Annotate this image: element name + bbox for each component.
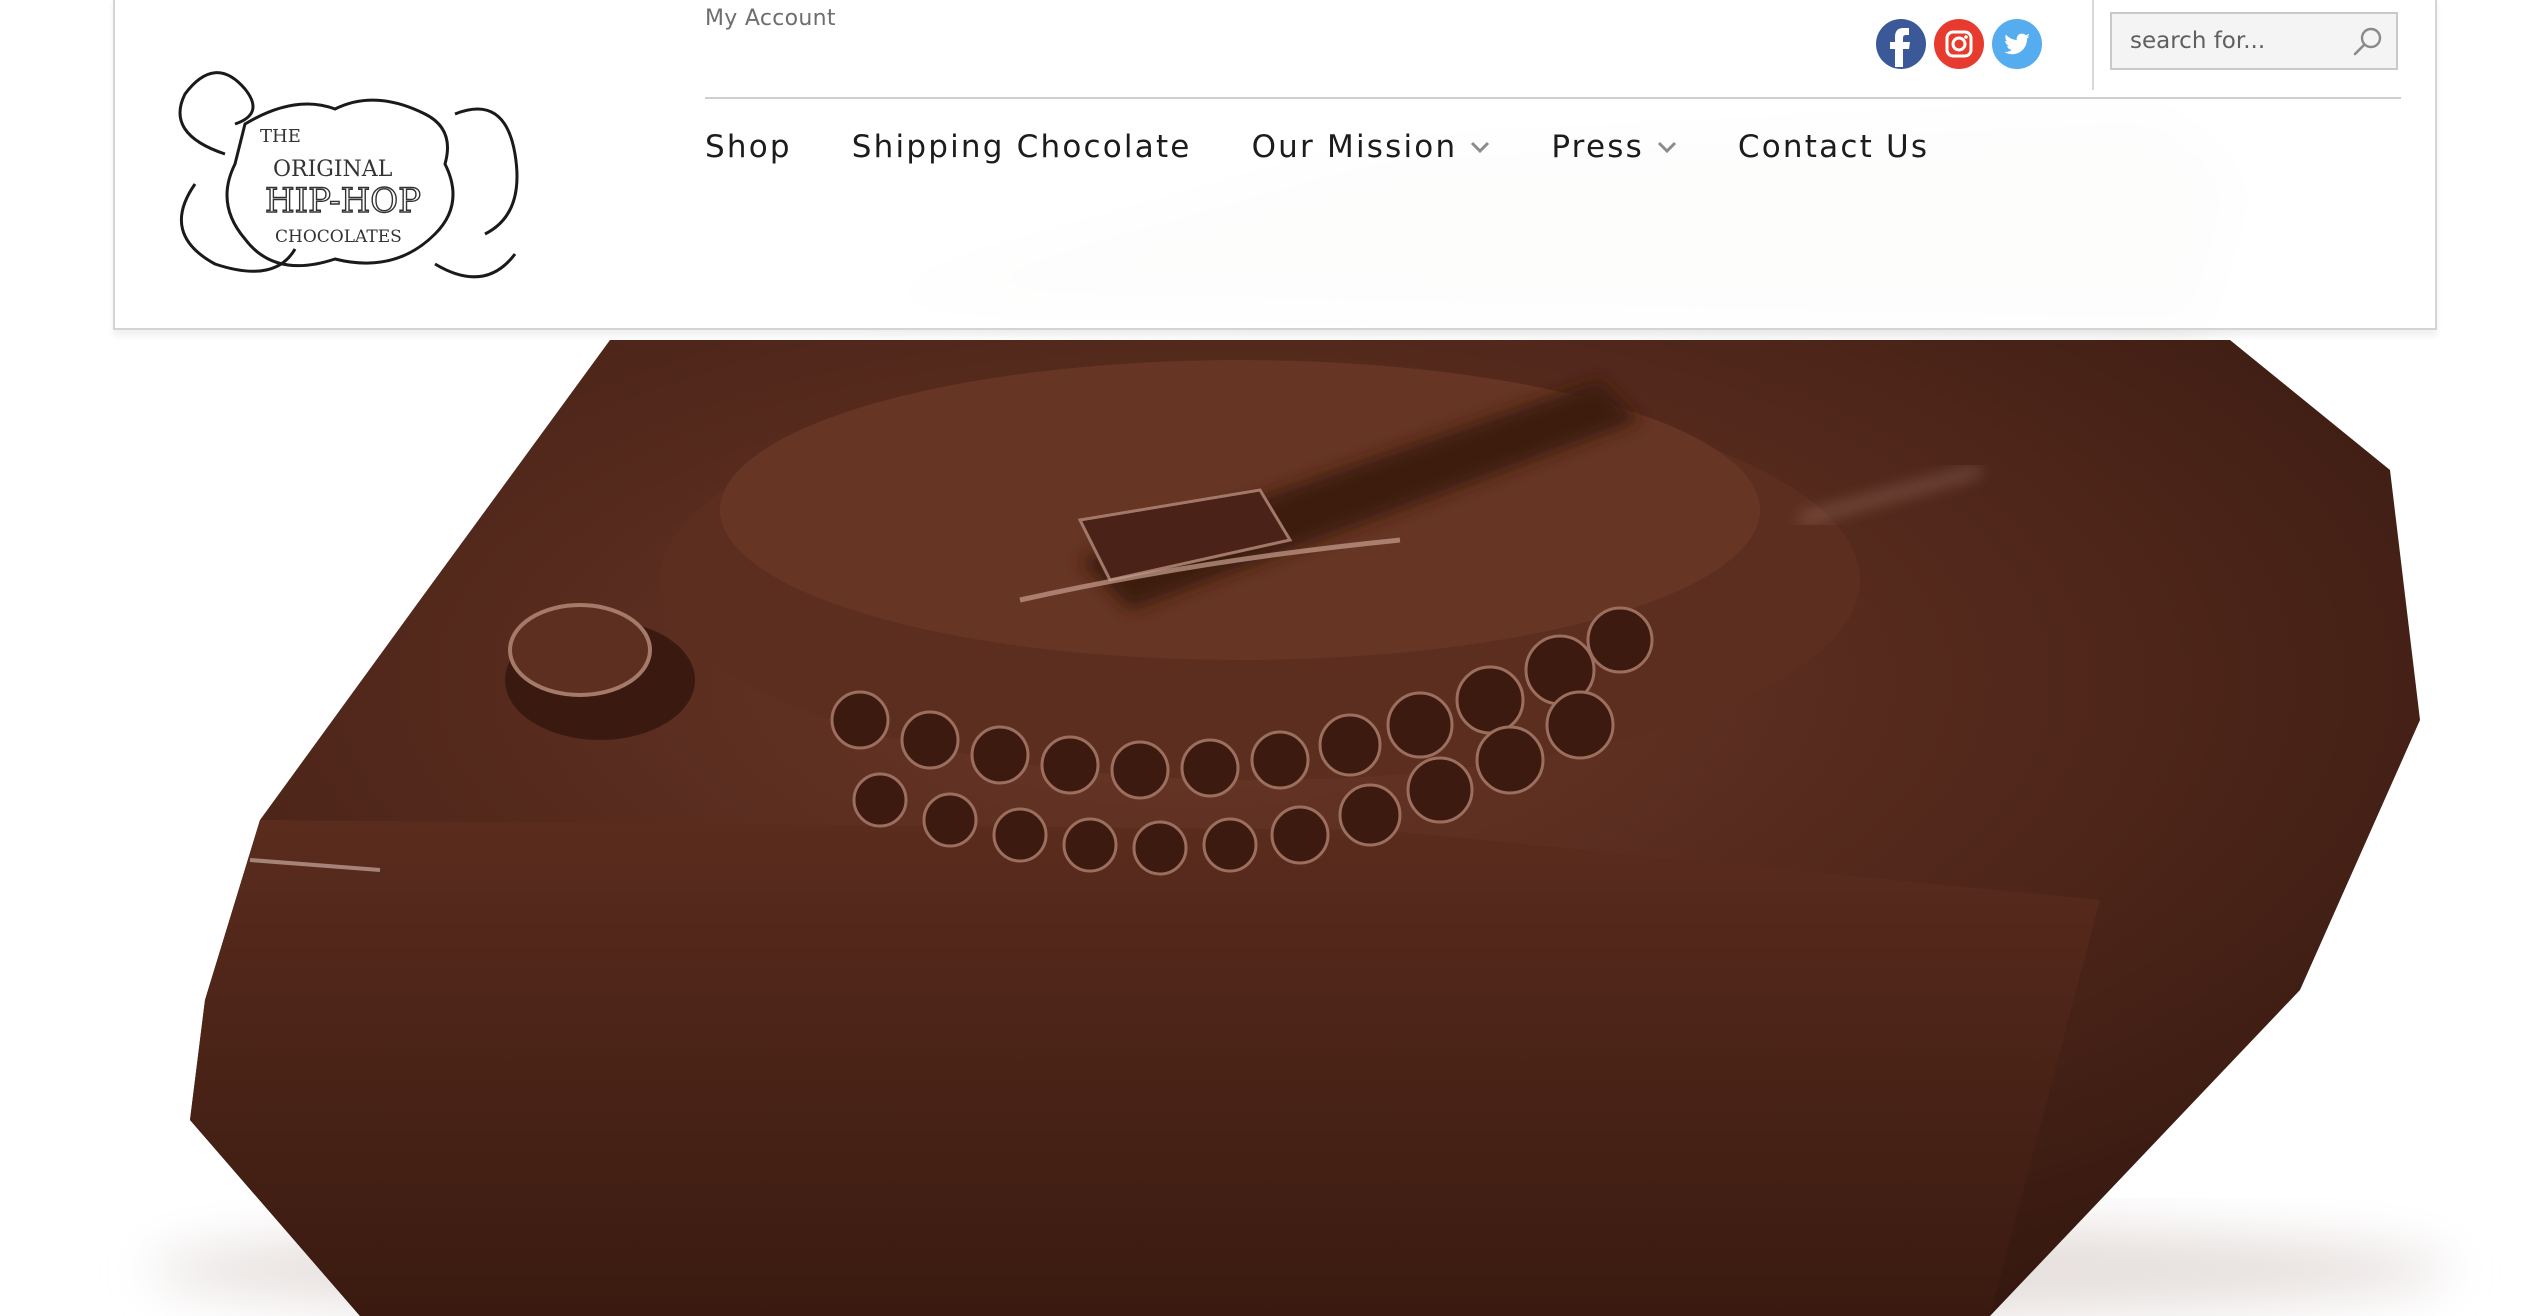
svg-text:ORIGINAL: ORIGINAL <box>273 157 393 182</box>
nav-label: Shipping Chocolate <box>851 129 1192 165</box>
svg-text:HIP-HOP: HIP-HOP <box>265 181 421 221</box>
nav-item-press[interactable]: Press <box>1551 129 1678 165</box>
nav-label: Contact Us <box>1737 129 1930 165</box>
nav-item-contact-us[interactable]: Contact Us <box>1738 129 1929 165</box>
facebook-icon[interactable] <box>1875 18 1927 70</box>
nav-item-shipping-chocolate[interactable]: Shipping Chocolate <box>852 129 1192 165</box>
header-rule <box>705 97 2401 99</box>
search-input[interactable] <box>2112 14 2332 68</box>
instagram-icon[interactable] <box>1933 18 1985 70</box>
search-icon[interactable] <box>2350 24 2386 60</box>
nav-item-shop[interactable]: Shop <box>705 129 792 165</box>
nav-item-our-mission[interactable]: Our Mission <box>1252 129 1492 165</box>
search-box <box>2110 12 2398 70</box>
svg-text:THE: THE <box>260 126 301 147</box>
chevron-down-icon <box>1657 141 1676 154</box>
chevron-down-icon <box>1471 141 1490 154</box>
site-logo[interactable]: THE ORIGINAL HIP-HOP CHOCOLATES <box>155 34 535 309</box>
header-divider <box>2092 0 2094 90</box>
twitter-icon[interactable] <box>1991 18 2043 70</box>
main-nav: Shop Shipping Chocolate Our Mission Pres… <box>705 124 1989 170</box>
svg-text:CHOCOLATES: CHOCOLATES <box>275 227 402 247</box>
my-account-link[interactable]: My Account <box>705 6 836 31</box>
site-header: THE ORIGINAL HIP-HOP CHOCOLATES My Accou… <box>113 0 2437 330</box>
nav-label: Shop <box>705 129 792 165</box>
nav-label: Our Mission <box>1251 129 1458 165</box>
nav-label: Press <box>1551 129 1644 165</box>
